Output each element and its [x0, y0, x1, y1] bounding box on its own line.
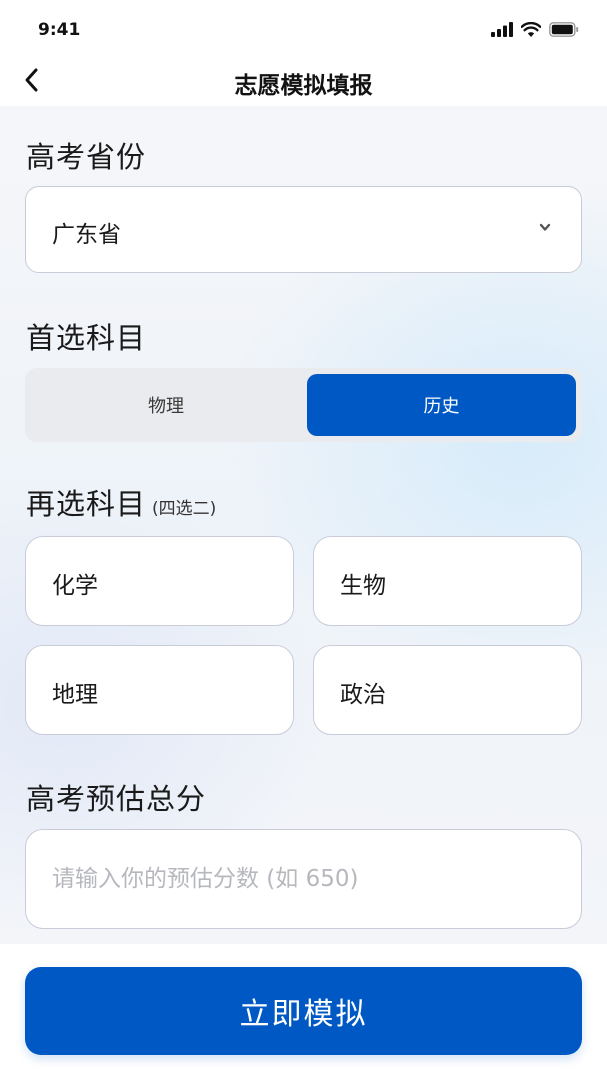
- bottom-action-bar: 立即模拟: [0, 944, 607, 1080]
- secondary-subject-hint: (四选二): [152, 499, 217, 519]
- form-content: 高考省份 广东省 首选科目 物理 历史 再选科目 (四选二) 化学 生物 地理 政…: [0, 106, 607, 944]
- province-label: 高考省份: [26, 140, 147, 174]
- province-selected-value: 广东省: [52, 222, 121, 248]
- score-label: 高考预估总分: [26, 782, 207, 816]
- primary-subject-label: 首选科目: [26, 321, 147, 355]
- simulate-button[interactable]: 立即模拟: [25, 967, 582, 1055]
- subject-chip-label: 生物: [340, 573, 386, 599]
- province-select[interactable]: 广东省: [25, 186, 582, 273]
- wifi-icon: [521, 22, 541, 37]
- segment-option-history[interactable]: 历史: [307, 374, 576, 436]
- primary-subject-segmented-control: 物理 历史: [25, 368, 582, 442]
- battery-icon: [549, 22, 579, 37]
- status-bar: 9:41: [0, 0, 607, 58]
- segment-option-physics[interactable]: 物理: [31, 374, 301, 436]
- score-input[interactable]: [25, 829, 582, 929]
- subject-chip-label: 化学: [52, 573, 98, 599]
- subject-chip-politics[interactable]: 政治: [313, 645, 582, 735]
- cellular-signal-icon: [491, 22, 513, 37]
- secondary-subject-title: 再选科目: [26, 487, 147, 521]
- subject-chip-geography[interactable]: 地理: [25, 645, 294, 735]
- nav-bar: 志愿模拟填报: [0, 58, 607, 106]
- subject-chip-label: 政治: [340, 682, 386, 708]
- subject-chip-chemistry[interactable]: 化学: [25, 536, 294, 626]
- secondary-subject-label: 再选科目 (四选二): [26, 481, 216, 523]
- chevron-down-icon: [539, 223, 551, 231]
- status-icons: [491, 22, 579, 37]
- subject-chip-biology[interactable]: 生物: [313, 536, 582, 626]
- status-time: 9:41: [38, 20, 81, 40]
- page-title: 志愿模拟填报: [234, 73, 373, 99]
- subject-chip-label: 地理: [52, 682, 98, 708]
